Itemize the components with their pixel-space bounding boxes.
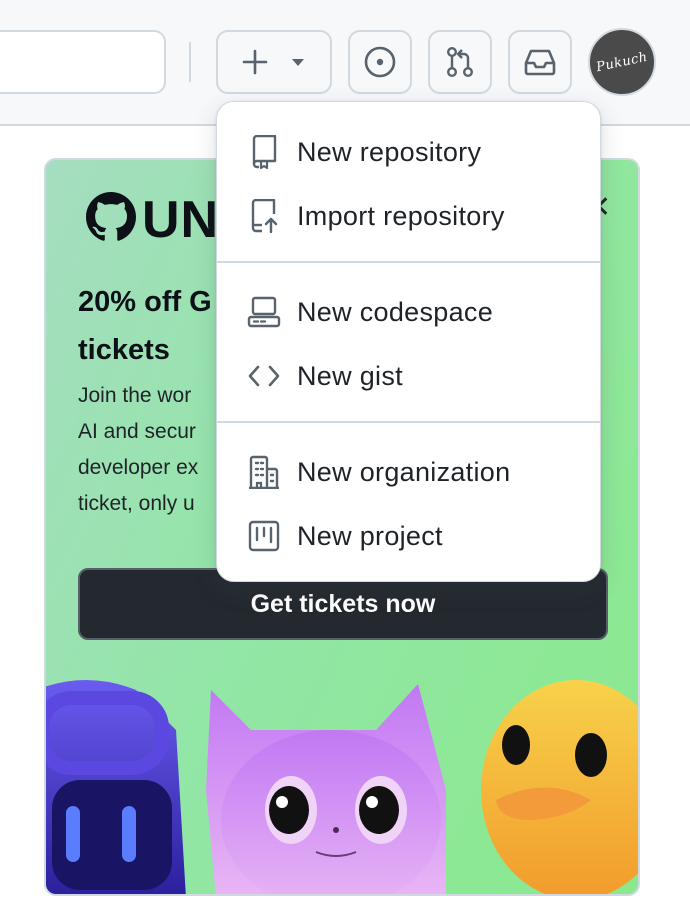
promo-heading-text: 20% off G tickets [78, 286, 212, 366]
menu-item-new-gist[interactable]: New gist [217, 343, 600, 407]
menu-item-label: New organization [297, 457, 511, 487]
menu-separator [217, 261, 600, 263]
user-avatar[interactable]: Pukuch [588, 28, 656, 96]
cat-mascot [206, 684, 446, 894]
robot-mascot [46, 680, 186, 894]
menu-item-new-repository[interactable]: New repository [217, 119, 600, 183]
menu-item-new-organization[interactable]: New organization [217, 439, 600, 503]
github-mark-icon [86, 192, 136, 247]
organization-icon [247, 455, 281, 489]
repo-push-icon [247, 199, 281, 233]
inbox-icon [523, 47, 557, 77]
pull-requests-button[interactable] [428, 30, 492, 94]
repo-icon [247, 135, 281, 169]
menu-item-new-codespace[interactable]: New codespace [217, 279, 600, 343]
mascots-illustration [46, 680, 638, 894]
codespaces-icon [247, 295, 281, 329]
menu-item-label: New project [297, 521, 443, 551]
menu-item-new-project[interactable]: New project [217, 503, 600, 567]
search-input[interactable] [0, 30, 166, 94]
project-icon [247, 519, 281, 553]
inbox-button[interactable] [508, 30, 572, 94]
menu-item-label: Import repository [297, 201, 505, 231]
promo-logo-text: UN [142, 190, 220, 249]
menu-separator [217, 421, 600, 423]
menu-item-label: New gist [297, 361, 403, 391]
issue-opened-icon [363, 45, 397, 79]
create-new-menu: New repository Import repository New cod… [216, 101, 601, 582]
duck-mascot [481, 680, 638, 894]
issues-button[interactable] [348, 30, 412, 94]
create-new-button[interactable] [216, 30, 332, 94]
menu-item-label: New codespace [297, 297, 494, 327]
header-divider [189, 42, 191, 82]
avatar-signature: Pukuch [594, 49, 650, 75]
promo-logo: UN [86, 192, 219, 247]
plus-icon [242, 49, 268, 75]
page: Pukuch UN ✕ 20% off G tickets Join the w… [0, 0, 690, 920]
menu-item-import-repository[interactable]: Import repository [217, 183, 600, 247]
code-icon [247, 359, 281, 393]
promo-body-text: Join the wor AI and secur developer ex t… [78, 384, 199, 515]
menu-item-label: New repository [297, 137, 482, 167]
git-pull-request-icon [445, 46, 475, 78]
triangle-down-icon [290, 57, 306, 67]
